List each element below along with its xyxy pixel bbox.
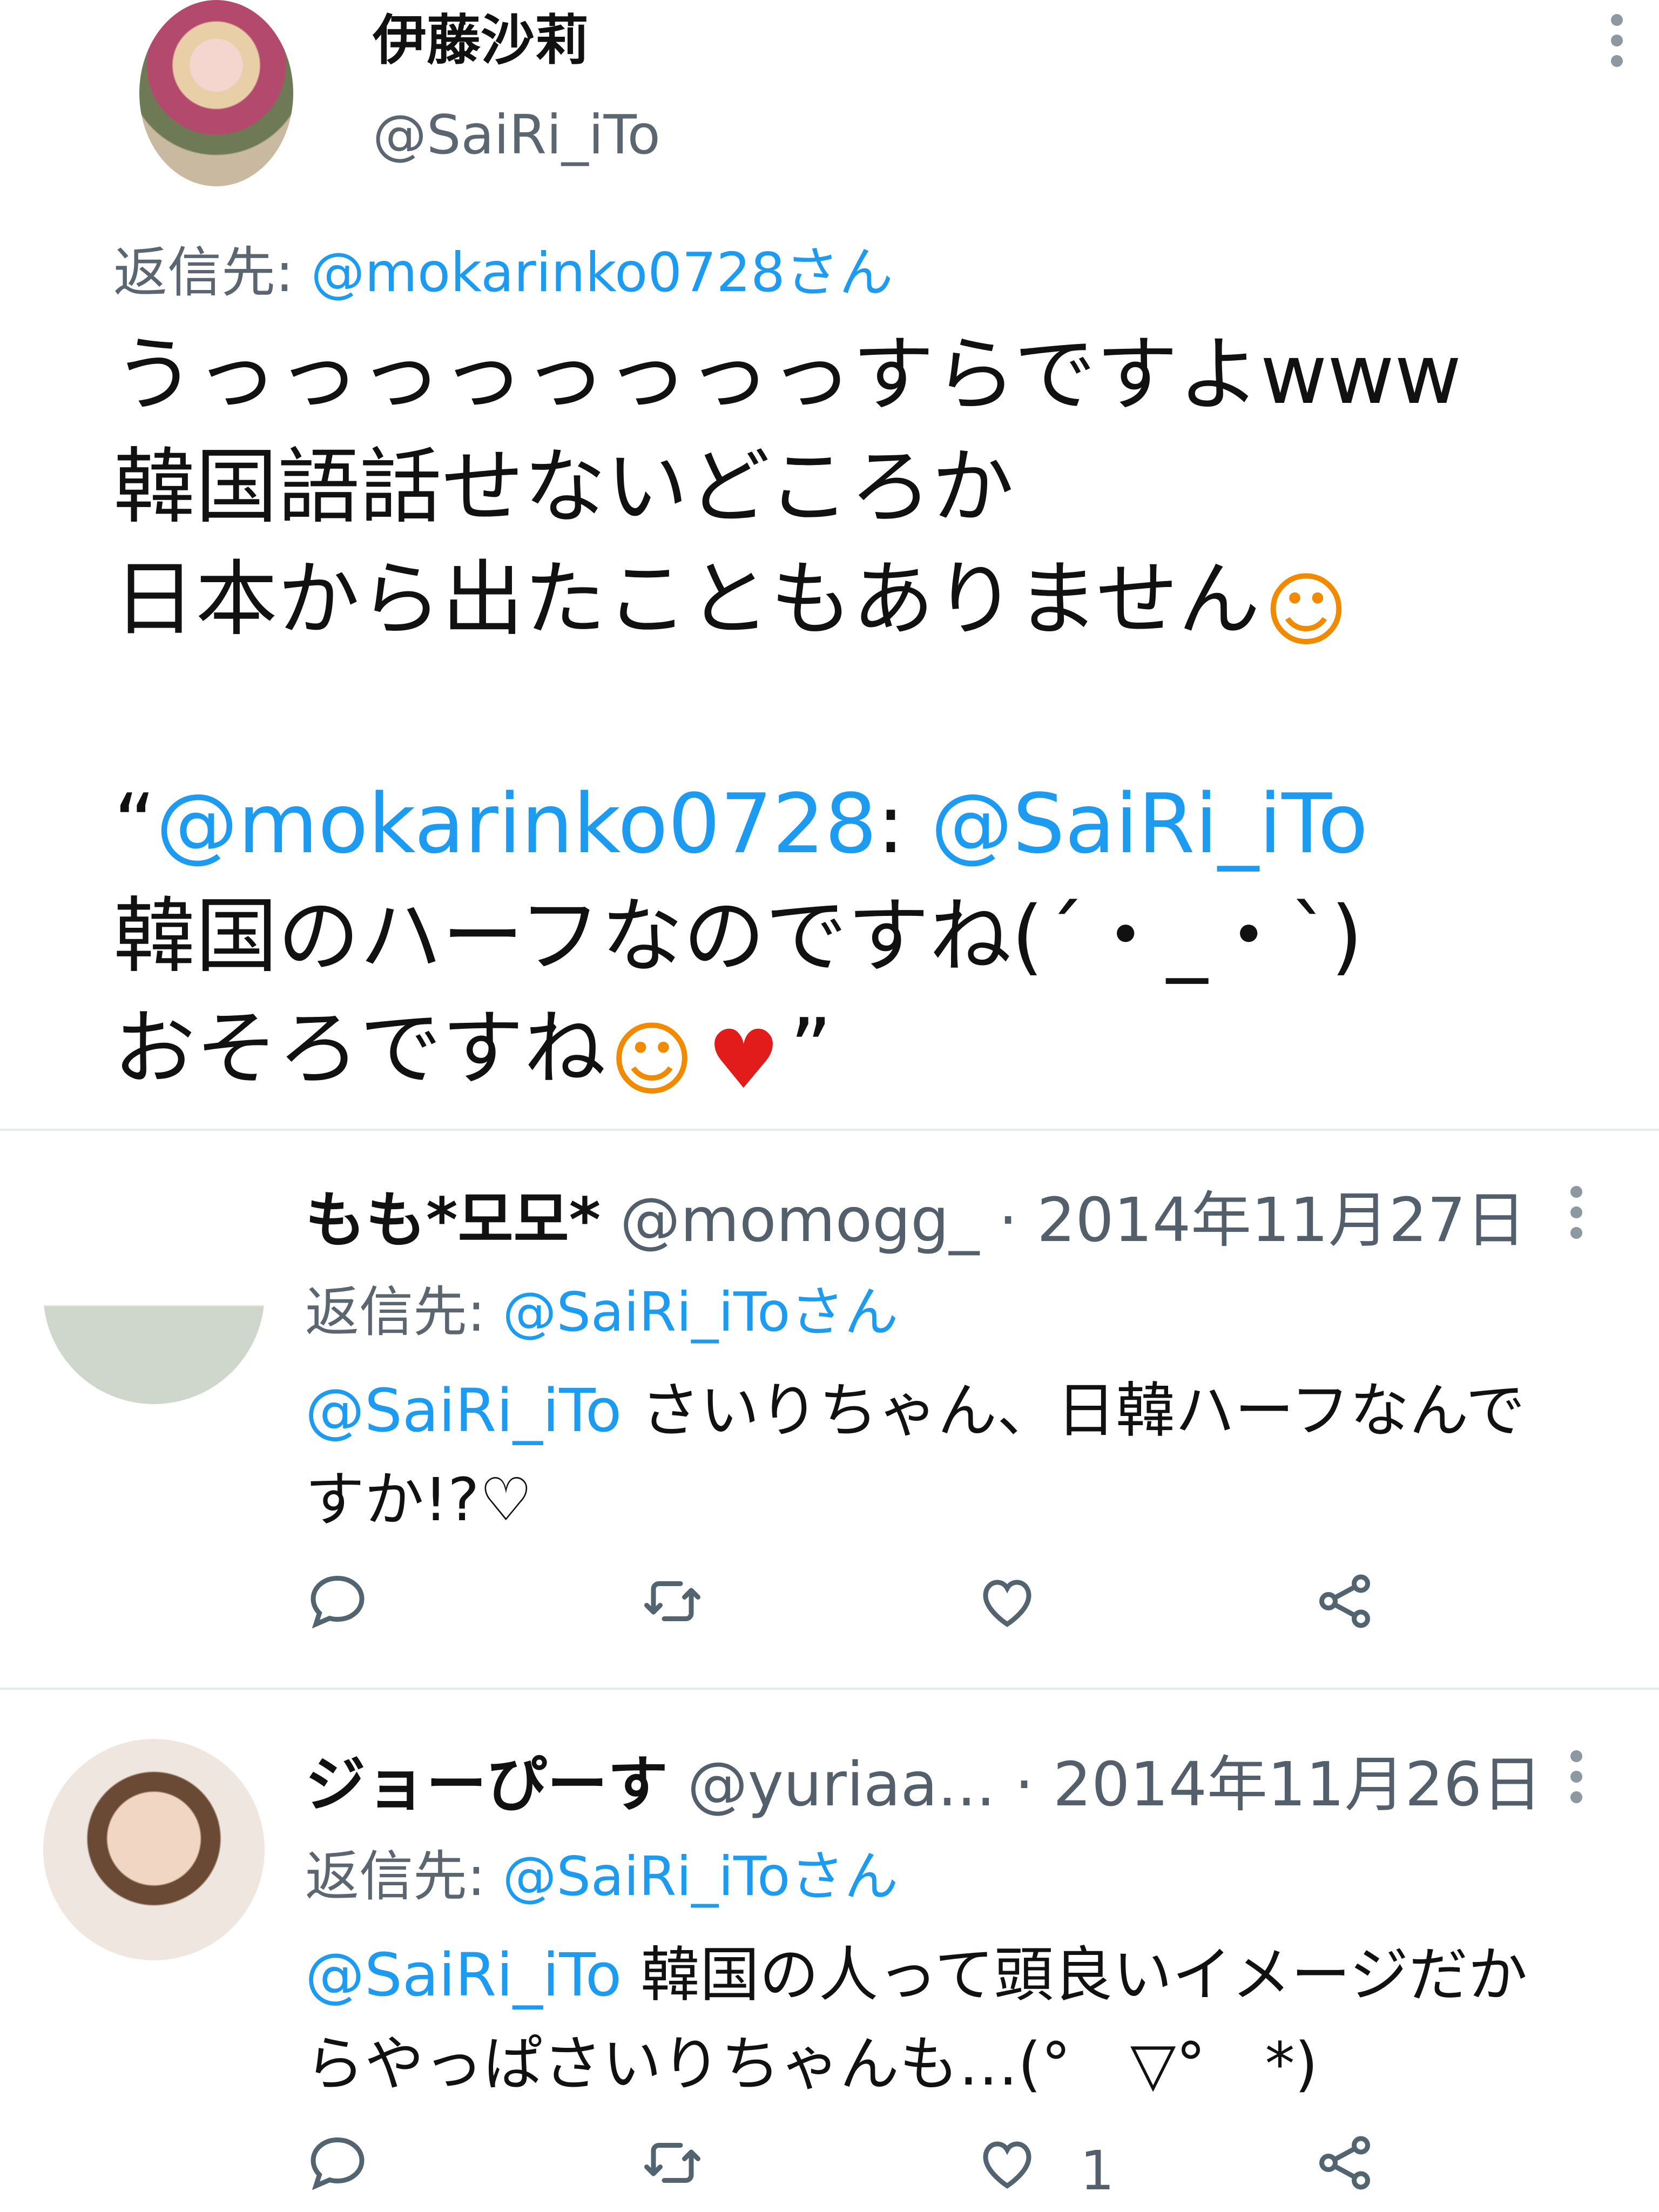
more-icon[interactable] (1561, 1747, 1593, 1806)
retweet-icon (644, 1581, 700, 1621)
like-icon (983, 1580, 1031, 1627)
reply-to-line: 返信先: @mokarinko0728さん (113, 232, 893, 313)
tweet-text: うっっっっっっっっすらですよwww 韓国語話せないどころか 日本から出たこともあ… (113, 319, 1462, 1107)
retweet-icon (644, 2143, 700, 2183)
like-button[interactable] (975, 2130, 1056, 2211)
reply-target-link[interactable]: @SaiRi_iToさん (502, 1845, 898, 1908)
retweet-button[interactable] (640, 2130, 721, 2211)
quote-line-3-text: おそろですね (113, 1001, 606, 1096)
author-avatar[interactable] (139, 0, 293, 186)
tweet-line-1: うっっっっっっっっすらですよwww (113, 327, 1462, 422)
reply-icon (311, 1575, 365, 1629)
reply-text: @SaiRi_iTo 韓国の人って頭良いイメージだか らやっぱさいりちゃんも…(… (305, 1931, 1527, 2109)
retweet-button[interactable] (640, 1569, 721, 1650)
author-name[interactable]: 伊藤沙莉 (373, 3, 589, 78)
reply-target-link[interactable]: @SaiRi_iToさん (502, 1280, 898, 1344)
author-handle[interactable]: @SaiRi_iTo (373, 97, 660, 173)
two-hearts-emoji: ♥ (707, 1013, 780, 1107)
quote-handle-link[interactable]: @mokarinko0728 (156, 776, 877, 872)
tweet-line-2: 韓国語話せないどころか (113, 439, 1014, 535)
meta-separator: · (995, 1750, 1053, 1820)
share-icon (1319, 1574, 1370, 1628)
reply-button[interactable] (305, 1569, 386, 1650)
quote-mention-link[interactable]: @SaiRi_iTo (930, 776, 1368, 872)
reply-icon (311, 2137, 365, 2190)
share-button[interactable] (1312, 2130, 1393, 2211)
mention-link[interactable]: @SaiRi_iTo (305, 1940, 622, 2009)
reply-avatar[interactable] (43, 1739, 265, 1960)
quote-line-3: おそろですね☺ ♥” (113, 993, 1461, 1107)
reply-button[interactable] (305, 2130, 386, 2211)
quote-line-2: 韓国のハーフなのですね(´・_・`) (113, 888, 1363, 984)
hand-wave-emoji: ☺ (1264, 564, 1348, 658)
reply-author-handle[interactable]: @yuriaa... (687, 1750, 996, 1820)
reply-date[interactable]: 2014年11月27日 (1037, 1185, 1526, 1256)
more-icon[interactable] (1561, 1183, 1593, 1242)
divider (0, 1688, 1659, 1690)
reply-header: もも*모모* @momogg_ · 2014年11月27日 (305, 1180, 1526, 1261)
reply-author-handle[interactable]: @momogg_ (620, 1185, 979, 1256)
quote-open: “ (113, 776, 156, 872)
tweet-line-3: 日本から出たこともありません☺ (113, 543, 1461, 658)
divider (0, 1129, 1659, 1131)
tweet-line-3-text: 日本から出たこともありません (113, 551, 1260, 647)
like-button[interactable] (975, 1569, 1056, 1650)
meta-separator: · (979, 1185, 1037, 1256)
like-count: 1 (1080, 2139, 1115, 2202)
reply-target-link[interactable]: @mokarinko0728さん (311, 241, 893, 304)
reply-date[interactable]: 2014年11月26日 (1053, 1750, 1542, 1820)
share-button[interactable] (1312, 1569, 1393, 1650)
reply-text-1: さいりちゃん、日韓ハーフなんで (622, 1376, 1526, 1445)
reply-prefix: 返信先: (305, 1845, 503, 1908)
reply-text-1: 韓国の人って頭良いイメージだか (622, 1940, 1528, 2009)
share-icon (1319, 2136, 1370, 2190)
reply-text-line-1: @SaiRi_iTo 韓国の人って頭良いイメージだか (305, 1931, 1527, 2020)
reply-prefix: 返信先: (305, 1280, 503, 1344)
reply-text-line-2: すか!?♡ (305, 1465, 533, 1534)
mention-link[interactable]: @SaiRi_iTo (305, 1376, 622, 1445)
more-icon[interactable] (1601, 11, 1634, 70)
reply-text-line-1: @SaiRi_iTo さいりちゃん、日韓ハーフなんで (305, 1366, 1525, 1455)
reply-avatar[interactable] (43, 1183, 265, 1404)
quote-sep: : (876, 776, 931, 872)
quote-line-1: “@mokarinko0728: @SaiRi_iTo (113, 768, 1461, 880)
reply-to-line: 返信先: @SaiRi_iToさん (305, 1272, 898, 1353)
reply-author-name[interactable]: もも*모모* (305, 1185, 601, 1256)
reply-prefix: 返信先: (113, 241, 311, 304)
reply-text-line-2: らやっぱさいりちゃんも…(° ▽° *) (305, 2029, 1318, 2099)
reply-header: ジョーぴーす @yuriaa... · 2014年11月26日 (305, 1744, 1542, 1825)
reply-author-name[interactable]: ジョーぴーす (305, 1750, 668, 1820)
like-icon (983, 2141, 1031, 2189)
reply-text: @SaiRi_iTo さいりちゃん、日韓ハーフなんで すか!?♡ (305, 1366, 1525, 1545)
hand-wave-emoji: ☺ (609, 1013, 694, 1107)
reply-to-line: 返信先: @SaiRi_iToさん (305, 1836, 898, 1917)
quote-close: ” (790, 1001, 832, 1096)
